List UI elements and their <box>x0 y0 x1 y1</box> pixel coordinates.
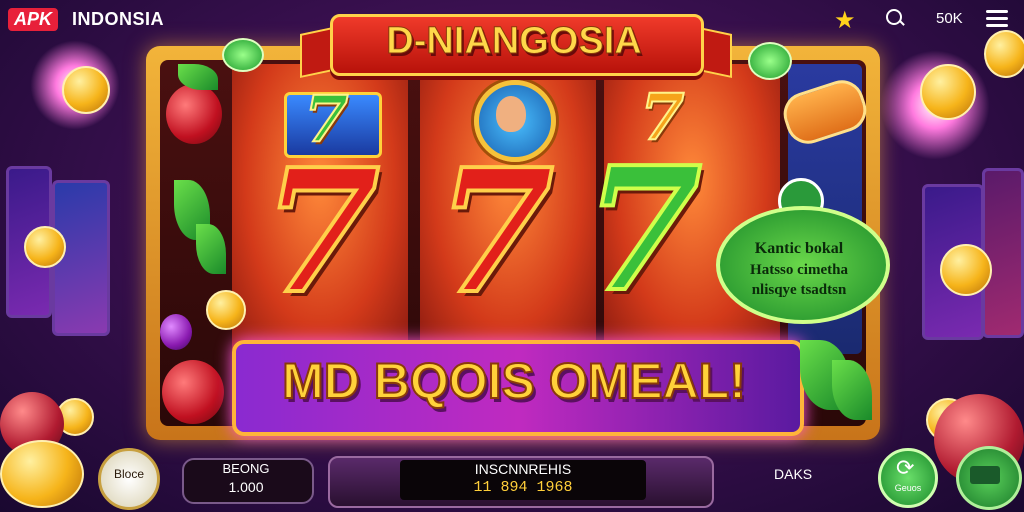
bonus-badge-line-1: Hatsso cimetha <box>750 262 848 278</box>
win-label: INSCNNREHIS <box>474 461 572 477</box>
character-face <box>496 96 526 132</box>
reel-2-seven-symbol: 7 <box>434 130 556 334</box>
coin-icon <box>940 244 992 296</box>
coin-icon <box>24 226 66 268</box>
green-chip-icon <box>748 42 792 80</box>
coin-icon <box>920 64 976 120</box>
search-icon[interactable] <box>886 9 902 25</box>
bet-value: 1.000 <box>228 479 264 495</box>
bonus-badge-title: Kantic bokal <box>754 240 844 257</box>
brand-name: INDONSIA <box>72 9 165 29</box>
coin-icon <box>62 66 110 114</box>
coin-balance: 50K <box>936 10 963 27</box>
menu-icon[interactable] <box>986 10 1008 28</box>
card-icon <box>970 466 1000 484</box>
coin-icon <box>984 30 1024 78</box>
spin-refresh-icon: ⟳ <box>896 456 915 481</box>
bet-label: BEONG <box>222 461 270 476</box>
promo-text: MD BQOIS OMEAL! <box>281 352 747 410</box>
reel-1-seven-symbol: 7 <box>260 130 382 334</box>
bonus-badge-line-2: nlisqye tsadtsn <box>751 282 847 298</box>
coin-icon <box>206 290 246 330</box>
star-icon[interactable]: ★ <box>834 6 856 34</box>
plum-symbol <box>160 314 192 350</box>
apple-symbol <box>166 84 222 144</box>
right-side-art-panel-2 <box>982 168 1024 338</box>
win-value: 11 894 1968 <box>473 479 573 496</box>
coin-icon <box>0 440 84 508</box>
balance-chip-label: Bloce <box>113 467 145 481</box>
reel-3-seven-symbol: 7 <box>582 128 704 332</box>
brand-logo-badge: APK <box>8 8 59 31</box>
apple-symbol <box>162 360 224 424</box>
daks-label: DAKS <box>774 466 813 482</box>
game-title: D-NIANGOSIA <box>386 20 642 63</box>
green-chip-icon <box>222 38 264 72</box>
spin-button-label: Geuos <box>894 483 922 493</box>
